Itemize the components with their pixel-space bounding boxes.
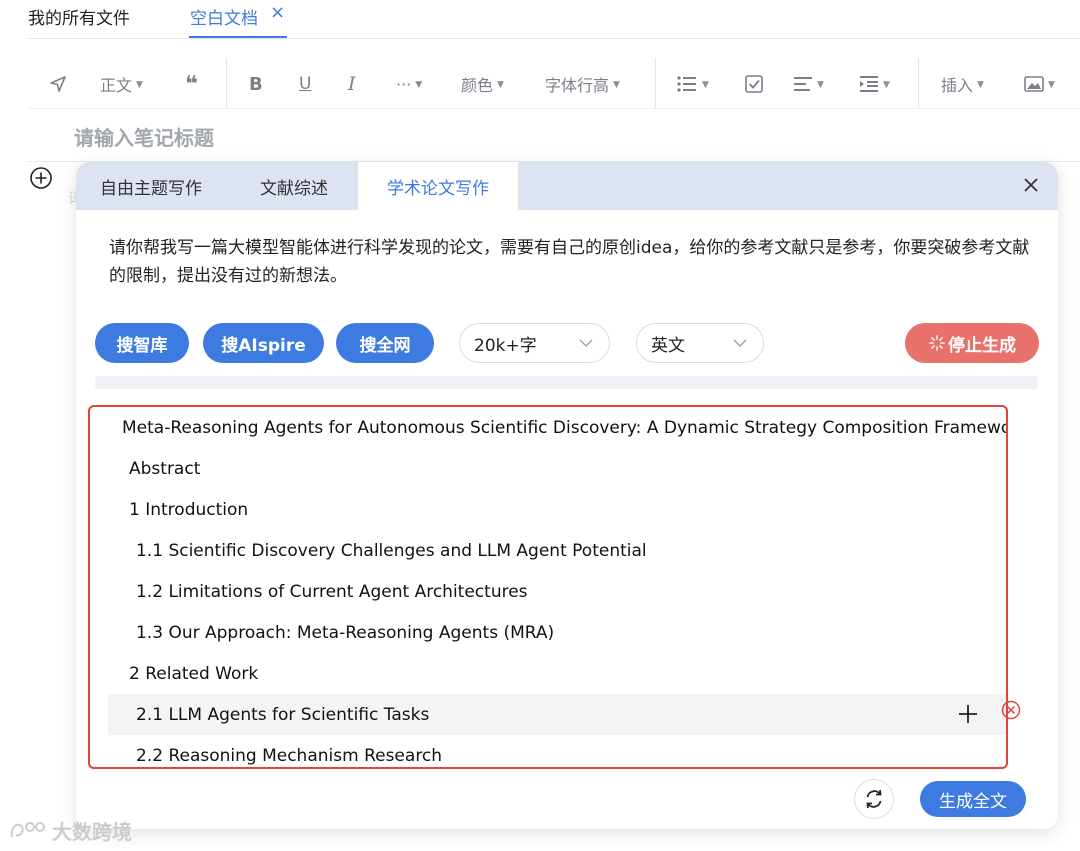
- toolbar-separator: [655, 58, 656, 108]
- paragraph-style-dropdown[interactable]: 正文 ▼: [100, 62, 143, 106]
- stop-generating-button[interactable]: 停止生成: [905, 323, 1039, 363]
- caret-down-icon: ▼: [702, 80, 709, 90]
- watermark-logo-icon: [10, 822, 45, 838]
- refresh-icon: [866, 789, 882, 809]
- panel-tab-bar: 自由主题写作 文献综述 学术论文写作: [76, 162, 1058, 210]
- bulleted-list-dropdown[interactable]: ▼: [676, 62, 709, 106]
- outline-heading[interactable]: Abstract: [90, 448, 1006, 489]
- outline-box: Meta-Reasoning Agents for Autonomous Sci…: [88, 405, 1008, 769]
- line-height-label: 字体行高: [545, 76, 610, 95]
- stop-generating-label: 停止生成: [948, 335, 1016, 356]
- add-block-icon[interactable]: [30, 167, 52, 189]
- watermark: 大数跨境: [8, 815, 132, 845]
- send-icon[interactable]: [48, 62, 68, 106]
- align-dropdown[interactable]: ▼: [793, 62, 824, 106]
- bold-button[interactable]: B: [249, 62, 263, 106]
- image-icon: [1024, 76, 1044, 92]
- ai-writing-panel: 自由主题写作 文献综述 学术论文写作 请你帮我写一篇大模型智能体进行科学发现的论…: [76, 162, 1058, 829]
- add-row-icon[interactable]: [958, 704, 978, 724]
- caret-down-icon: ▼: [977, 80, 984, 90]
- progress-strip: [95, 376, 1038, 389]
- list-icon: [677, 76, 696, 92]
- search-zhiku-button[interactable]: 搜智库: [95, 323, 189, 363]
- close-icon[interactable]: [1020, 174, 1042, 196]
- outline-title[interactable]: Meta-Reasoning Agents for Autonomous Sci…: [90, 407, 1006, 448]
- outline-subheading-highlighted[interactable]: 2.1 LLM Agents for Scientific Tasks: [108, 694, 1006, 735]
- image-dropdown[interactable]: ▼: [1024, 62, 1055, 106]
- note-title-input[interactable]: 请输入笔记标题: [74, 122, 214, 151]
- indent-dropdown[interactable]: ▼: [859, 62, 890, 106]
- tab-free-topic[interactable]: 自由主题写作: [100, 162, 202, 210]
- more-formats-dropdown[interactable]: ··· ▼: [396, 62, 422, 106]
- outline-subheading[interactable]: 1.3 Our Approach: Meta-Reasoning Agents …: [90, 612, 1006, 653]
- language-select-value: 英文: [651, 335, 685, 356]
- italic-button[interactable]: I: [348, 62, 356, 106]
- caret-down-icon: ▼: [136, 80, 143, 90]
- paragraph-style-label: 正文: [100, 76, 133, 95]
- close-tab-icon[interactable]: ×: [270, 2, 285, 23]
- outline-subheading[interactable]: 1.2 Limitations of Current Agent Archite…: [90, 571, 1006, 612]
- insert-label: 插入: [941, 76, 974, 95]
- outline-heading[interactable]: 2 Related Work: [90, 653, 1006, 694]
- line-height-dropdown[interactable]: 字体行高 ▼: [545, 62, 620, 106]
- toolbar-separator: [918, 58, 919, 108]
- color-label: 颜色: [461, 76, 494, 95]
- caret-down-icon: ▼: [883, 80, 890, 90]
- length-select-value: 20k+字: [474, 335, 537, 356]
- align-left-icon: [794, 77, 812, 91]
- outline-subheading-label: 2.1 LLM Agents for Scientific Tasks: [136, 704, 430, 725]
- prompt-text[interactable]: 请你帮我写一篇大模型智能体进行科学发现的论文，需要有自己的原创idea，给你的参…: [109, 234, 1034, 290]
- tab-blank-document[interactable]: 空白文档: [190, 4, 258, 29]
- divider: [28, 38, 1080, 39]
- top-tab-bar: 我的所有文件 空白文档 ×: [0, 0, 1080, 40]
- more-formats-label: ···: [396, 74, 412, 94]
- outline-subheading[interactable]: 1.1 Scientific Discovery Challenges and …: [90, 530, 1006, 571]
- caret-down-icon: ▼: [613, 80, 620, 90]
- generate-full-text-button[interactable]: 生成全文: [920, 781, 1026, 817]
- caret-down-icon: ▼: [497, 80, 504, 90]
- tab-all-files[interactable]: 我的所有文件: [28, 4, 130, 29]
- tab-literature-review[interactable]: 文献综述: [260, 162, 328, 210]
- chevron-down-icon: [579, 339, 593, 348]
- search-aispire-button[interactable]: 搜AIspire: [203, 323, 324, 363]
- watermark-text: 大数跨境: [52, 819, 132, 844]
- caret-down-icon: ▼: [817, 80, 824, 90]
- caret-down-icon: ▼: [1048, 80, 1055, 90]
- caret-down-icon: ▼: [415, 80, 423, 90]
- refresh-button[interactable]: [854, 779, 894, 819]
- search-web-button[interactable]: 搜全网: [336, 323, 434, 363]
- divider: [28, 108, 1080, 109]
- insert-dropdown[interactable]: 插入 ▼: [941, 62, 984, 106]
- toolbar-separator: [226, 58, 227, 108]
- underline-button[interactable]: U: [299, 62, 311, 106]
- outline-subheading[interactable]: 2.2 Reasoning Mechanism Research: [90, 735, 1006, 767]
- chevron-down-icon: [733, 339, 747, 348]
- language-select[interactable]: 英文: [636, 323, 764, 363]
- loading-spinner-icon: [929, 335, 945, 351]
- color-dropdown[interactable]: 颜色 ▼: [461, 62, 504, 106]
- length-select[interactable]: 20k+字: [459, 323, 610, 363]
- checklist-icon[interactable]: [744, 62, 764, 106]
- quote-icon[interactable]: ❝: [185, 62, 198, 106]
- delete-row-icon[interactable]: [1001, 700, 1021, 720]
- tab-academic-paper[interactable]: 学术论文写作: [358, 162, 518, 210]
- outline-heading[interactable]: 1 Introduction: [90, 489, 1006, 530]
- editor-toolbar: 正文 ▼ ❝ B U I ··· ▼ 颜色 ▼ 字体行高 ▼ ▼ ▼ ▼ 插入 ▼ ▼: [28, 58, 1080, 108]
- indent-icon: [860, 76, 878, 92]
